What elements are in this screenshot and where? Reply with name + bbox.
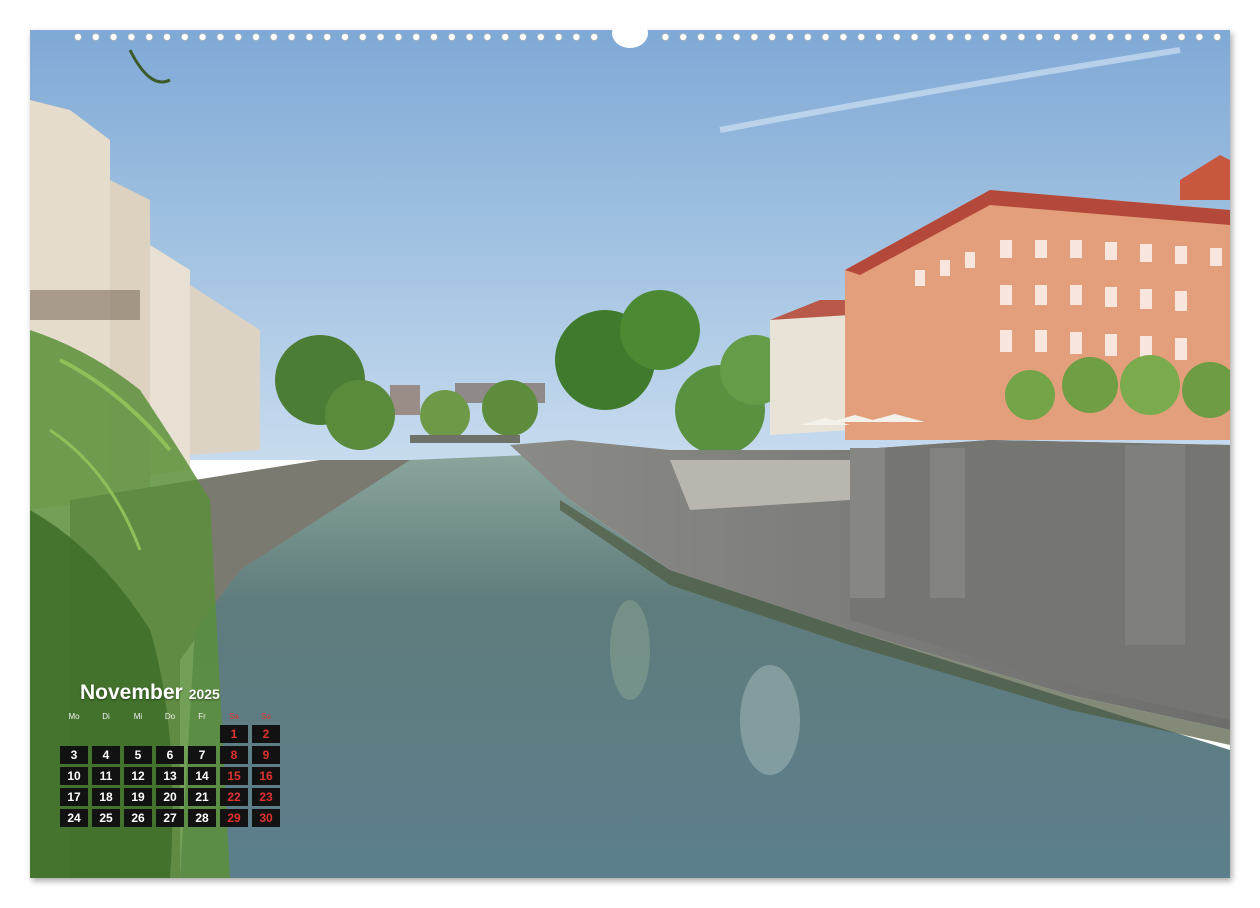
calendar-day: 6 [156, 746, 184, 764]
calendar-day: 12 [124, 767, 152, 785]
calendar-day: 30 [252, 809, 280, 827]
calendar-day: 1 [220, 725, 248, 743]
calendar-day: 11 [92, 767, 120, 785]
calendar-empty-cell [60, 725, 88, 743]
month-calendar: November 2025 Mo Di Mi Do Fr Sa So 1 2 3 4 5 6 7 8 9 10 1… [60, 678, 286, 827]
calendar-day: 13 [156, 767, 184, 785]
calendar-day: 21 [188, 788, 216, 806]
calendar-day: 29 [220, 809, 248, 827]
calendar-hanger-hole [612, 18, 648, 48]
calendar-year: 2025 [188, 686, 220, 702]
calendar-day: 18 [92, 788, 120, 806]
calendar-day: 27 [156, 809, 184, 827]
weekday-label: Di [102, 711, 110, 721]
calendar-day: 28 [188, 809, 216, 827]
calendar-day: 4 [92, 746, 120, 764]
calendar-day: 8 [220, 746, 248, 764]
calendar-empty-cell [92, 725, 120, 743]
weekday-label: Do [164, 711, 176, 721]
calendar-day: 2 [252, 725, 280, 743]
weekday-header: Mo Di Mi Do Fr Sa So [60, 708, 286, 724]
calendar-empty-cell [156, 725, 184, 743]
weekday-label: Sa [229, 711, 239, 721]
calendar-empty-cell [188, 725, 216, 743]
calendar-day: 3 [60, 746, 88, 764]
calendar-day: 14 [188, 767, 216, 785]
calendar-empty-cell [124, 725, 152, 743]
calendar-day: 26 [124, 809, 152, 827]
calendar-title: November 2025 [60, 678, 286, 708]
calendar-day: 7 [188, 746, 216, 764]
weekday-label: Mo [68, 711, 80, 721]
calendar-day: 15 [220, 767, 248, 785]
weekday-label: Fr [198, 711, 206, 721]
calendar-day: 17 [60, 788, 88, 806]
calendar-month: November [80, 681, 183, 704]
calendar-day: 9 [252, 746, 280, 764]
calendar-day: 10 [60, 767, 88, 785]
weekday-label: Mi [133, 711, 143, 721]
calendar-day: 25 [92, 809, 120, 827]
calendar-day: 19 [124, 788, 152, 806]
calendar-day: 16 [252, 767, 280, 785]
calendar-day: 24 [60, 809, 88, 827]
weekday-label: So [261, 711, 271, 721]
calendar-day: 5 [124, 746, 152, 764]
calendar-day-grid: 1 2 3 4 5 6 7 8 9 10 11 12 13 14 15 16 17 18 19 20 21 22 23 24 2… [60, 725, 286, 827]
calendar-day: 20 [156, 788, 184, 806]
calendar-day: 22 [220, 788, 248, 806]
calendar-day: 23 [252, 788, 280, 806]
